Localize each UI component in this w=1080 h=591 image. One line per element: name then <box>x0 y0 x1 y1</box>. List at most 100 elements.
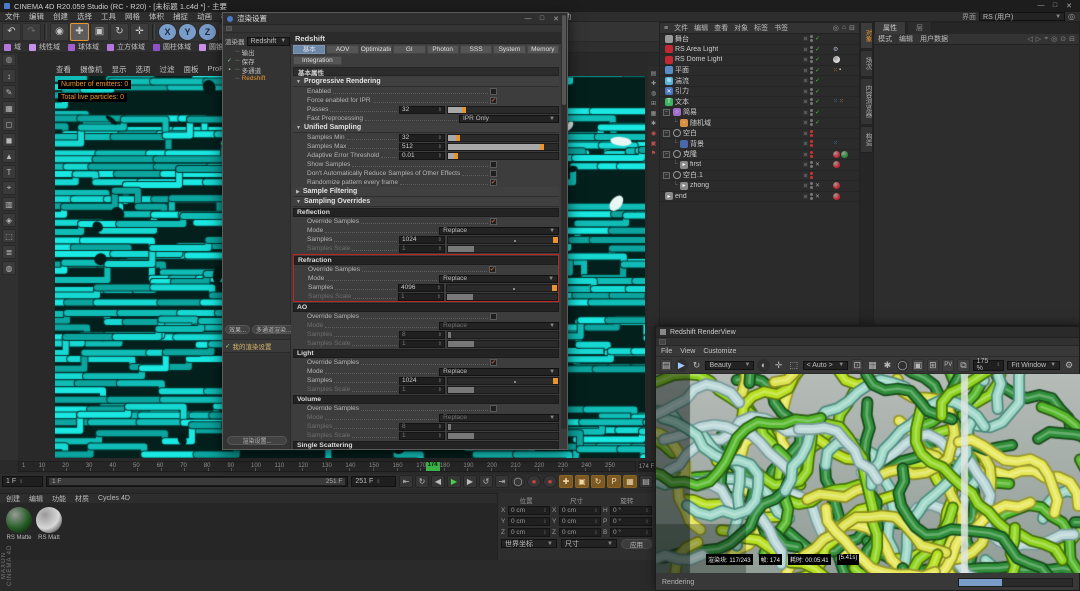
fold-header-unified-sampling[interactable]: ▼Unified Sampling <box>293 123 559 133</box>
value-field[interactable]: 4096⇕ <box>398 284 444 292</box>
settings-tree-Redshift[interactable]: ─Redshift <box>223 74 290 83</box>
value-field[interactable]: 8⇕ <box>399 331 445 339</box>
am-tab-层[interactable]: 层 <box>907 21 932 34</box>
vis-dot[interactable] <box>810 193 813 196</box>
menu-item-捕捉[interactable]: 捕捉 <box>173 11 188 22</box>
object-row[interactable]: T文本✓⁙⁙ <box>660 97 859 108</box>
layer-dot[interactable] <box>803 131 808 136</box>
group-header-ao[interactable]: AO <box>293 303 559 312</box>
rv-menu-Customize[interactable]: Customize <box>703 348 736 355</box>
checkbox[interactable]: ✔ <box>489 266 496 273</box>
rs-tab-AOV[interactable]: AOV <box>326 45 358 54</box>
end-frame-spinner[interactable]: 251 F⇕ <box>351 476 396 487</box>
vis-dot[interactable] <box>810 182 813 185</box>
effects-button[interactable]: 效果... <box>225 325 250 334</box>
mode-icon-4[interactable]: ◼ <box>2 133 16 147</box>
object-row[interactable]: −空白 <box>660 129 859 140</box>
vis-dot[interactable] <box>810 39 813 42</box>
object-row[interactable]: ▸end✕ <box>660 192 859 203</box>
vis-dot[interactable] <box>810 35 813 38</box>
vis-dot[interactable] <box>810 81 813 84</box>
snapshot-auto-dropdown[interactable]: < Auto >▼ <box>803 361 849 370</box>
slider-handle[interactable] <box>553 378 558 384</box>
settings-tree-多通道[interactable]: ▪─多通道 <box>223 65 290 74</box>
value-field[interactable]: 0.01⇕ <box>399 152 445 160</box>
slider-track[interactable] <box>447 423 559 431</box>
close-button[interactable]: ✕ <box>1062 2 1076 10</box>
prev-frame-icon[interactable]: ◀ <box>431 475 445 488</box>
keyframe-selection-icon[interactable]: ▤ <box>639 475 653 488</box>
axis-y-button[interactable]: Y <box>178 23 197 41</box>
am-tab-属性[interactable]: 属性 <box>874 21 906 34</box>
visibility-dots[interactable] <box>810 77 813 84</box>
om-menu-标签[interactable]: 标签 <box>754 23 768 33</box>
coord-value-field[interactable]: 0 cm⇕ <box>508 528 550 537</box>
object-row[interactable]: −克隆 <box>660 150 859 161</box>
vis-dot[interactable] <box>810 119 813 122</box>
rs-tab-Memory[interactable]: Memory <box>527 45 559 54</box>
slider-track[interactable] <box>446 293 558 301</box>
tag-sphere-w[interactable] <box>833 56 840 63</box>
vis-dot[interactable] <box>810 60 813 63</box>
viewport-menu-查看[interactable]: 查看 <box>56 64 71 75</box>
preview-range-slider[interactable]: 1 F251 F <box>46 476 348 487</box>
slider-track[interactable] <box>447 331 559 339</box>
vis-dot[interactable] <box>810 113 813 116</box>
strip-icon-2[interactable]: ◍ <box>651 90 656 97</box>
rs-tab-基本[interactable]: 基本 <box>293 45 325 54</box>
key-parameter-icon[interactable]: P <box>607 475 621 488</box>
visibility-dots[interactable] <box>810 98 813 105</box>
rs-tab-Optimization[interactable]: Optimization <box>360 45 392 54</box>
vis-dot[interactable] <box>810 140 813 143</box>
slider-handle[interactable] <box>456 135 460 141</box>
color-mode-icon[interactable]: ◯ <box>896 359 908 372</box>
visibility-dots[interactable] <box>810 56 813 63</box>
visibility-dots[interactable] <box>810 109 813 116</box>
om-home-icon[interactable]: ⌂ <box>842 24 846 32</box>
visibility-dots[interactable] <box>810 140 813 147</box>
renderer-dropdown[interactable]: Redshift▼ <box>247 37 291 46</box>
vis-dot[interactable] <box>810 134 813 137</box>
coord-value-field[interactable]: 0 cm⇕ <box>559 517 601 526</box>
layer-dot[interactable] <box>803 78 808 83</box>
axis-z-button[interactable]: Z <box>198 23 217 41</box>
viewport-menu-面板[interactable]: 面板 <box>184 64 199 75</box>
render-settings-preset-button[interactable]: 渲染设置... <box>227 436 287 445</box>
material-thumbnail[interactable] <box>6 507 32 533</box>
checkbox[interactable] <box>490 313 497 320</box>
mode-dropdown[interactable]: Replace▼ <box>439 322 559 330</box>
viewport-menu-显示[interactable]: 显示 <box>112 64 127 75</box>
coord-value-field[interactable]: 0 cm⇕ <box>508 517 550 526</box>
slider-track[interactable] <box>447 377 559 385</box>
visibility-dots[interactable] <box>810 172 813 179</box>
value-field[interactable]: 1⇕ <box>398 293 444 301</box>
mode-icon-8[interactable]: ▥ <box>2 197 16 211</box>
sculpt-icon[interactable]: ◍ <box>2 54 16 66</box>
checkbox[interactable]: ✔ <box>490 97 497 104</box>
menu-item-动画[interactable]: 动画 <box>197 11 212 22</box>
am-menu-用户数据[interactable]: 用户数据 <box>920 34 948 44</box>
rs-tab-System[interactable]: System <box>493 45 525 54</box>
value-field[interactable]: 512⇕ <box>399 143 445 151</box>
value-field[interactable]: 32⇕ <box>399 134 445 142</box>
layer-dot[interactable] <box>803 36 808 41</box>
vis-dot[interactable] <box>810 151 813 154</box>
tag-dots-b[interactable]: ⁙ <box>833 140 838 147</box>
tag-dots-b[interactable]: ⁙ <box>833 98 838 105</box>
object-row[interactable]: 平面✓⁙▪ <box>660 66 859 77</box>
group-header-single-scattering[interactable]: Single Scattering <box>293 441 559 449</box>
interface-dropdown[interactable]: RS (用户)▼ <box>979 12 1065 21</box>
visibility-dots[interactable] <box>810 35 813 42</box>
rs-tab-GI[interactable]: GI <box>393 45 425 54</box>
render-image[interactable]: 渲染块: 117/243帧: 174耗时: 00:05:41(5.41s) <box>656 374 1080 573</box>
material-thumbnail[interactable] <box>36 507 62 533</box>
object-row[interactable]: └◦随机域✓ <box>660 118 859 129</box>
strip-icon-7[interactable]: ▣ <box>651 140 657 147</box>
field-item-0[interactable]: 域 <box>4 42 21 52</box>
menu-item-工具[interactable]: 工具 <box>101 11 116 22</box>
mode-icon-6[interactable]: T <box>2 165 16 179</box>
vis-dot[interactable] <box>810 98 813 101</box>
vis-dot[interactable] <box>810 50 813 53</box>
vis-dot[interactable] <box>810 71 813 74</box>
freeze-icon[interactable]: ✱ <box>881 359 893 372</box>
